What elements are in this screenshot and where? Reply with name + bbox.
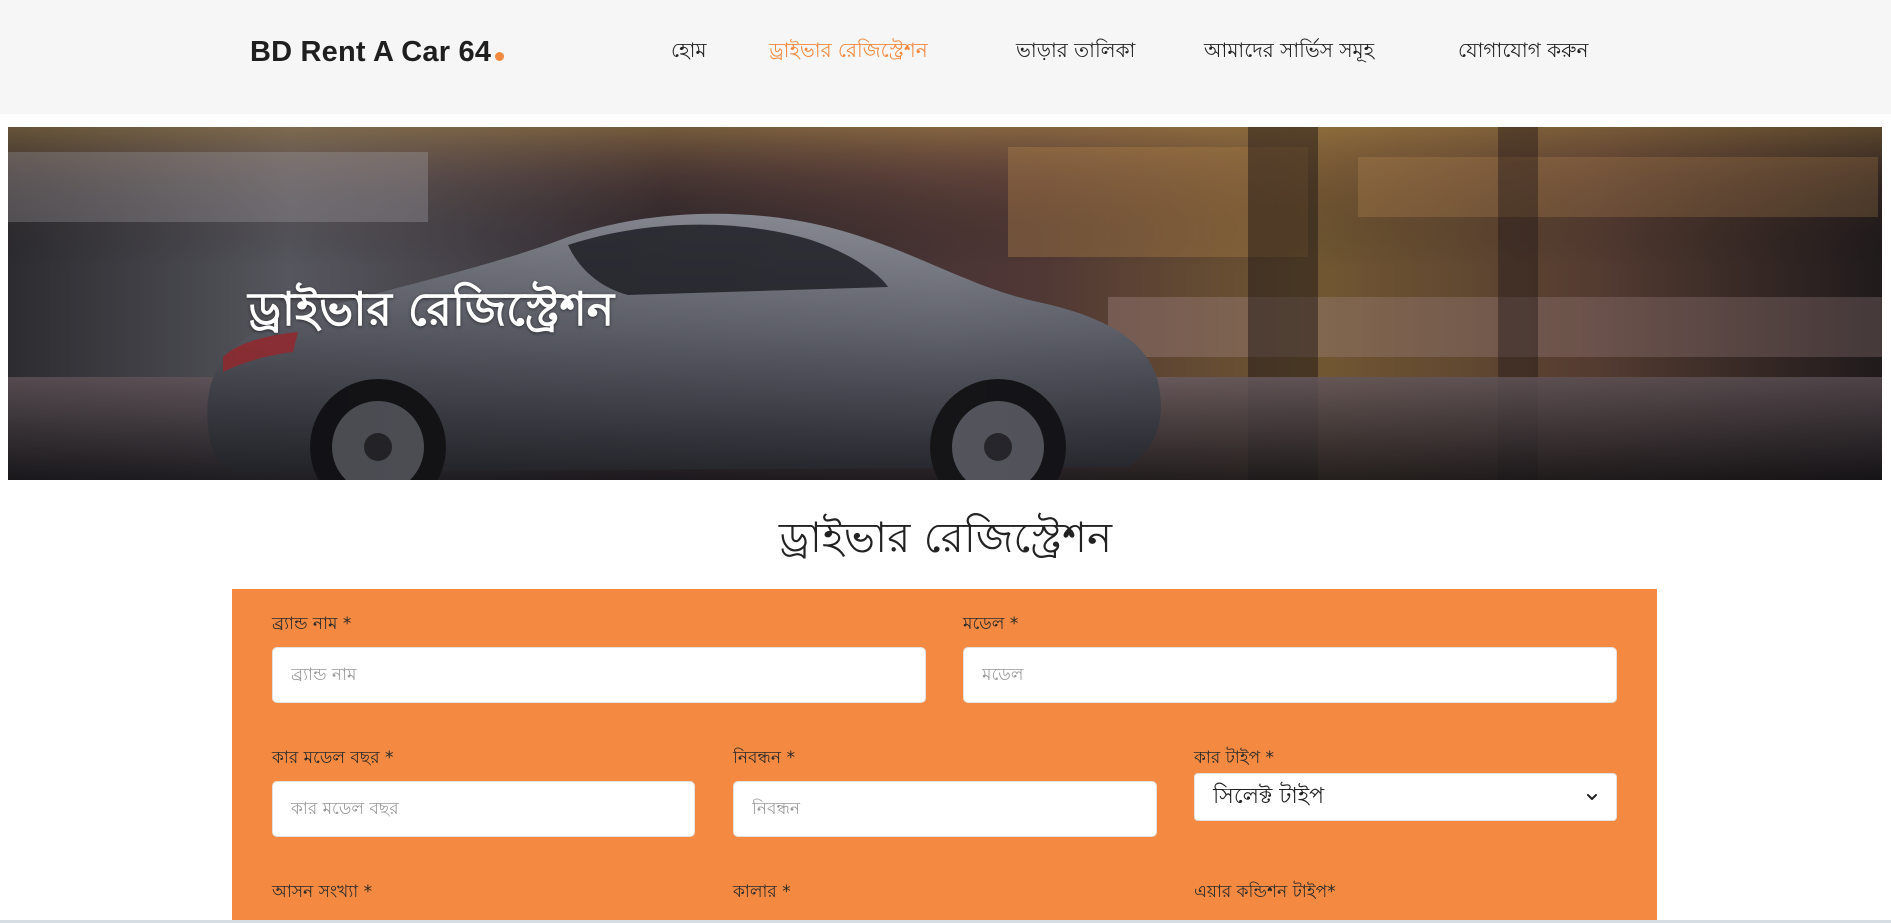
model-input[interactable] bbox=[963, 647, 1617, 703]
model-year-label: কার মডেল বছর * bbox=[272, 748, 394, 768]
car-type-field: কার টাইপ * সিলেক্ট টাইপ bbox=[1194, 745, 1617, 845]
car-type-select[interactable]: সিলেক্ট টাইপ bbox=[1194, 773, 1617, 821]
model-label: মডেল * bbox=[963, 614, 1019, 634]
section-title: ড্রাইভার রেজিস্ট্রেশন bbox=[778, 513, 1113, 562]
model-year-field: কার মডেল বছর * bbox=[272, 745, 695, 845]
ac-type-field: এয়ার কন্ডিশন টাইপ* bbox=[1194, 879, 1617, 923]
hero-title: ড্রাইভার রেজিস্ট্রেশন bbox=[248, 282, 615, 336]
nav-link-rent-list[interactable]: ভাড়ার তালিকা bbox=[1016, 36, 1135, 69]
ac-type-label: এয়ার কন্ডিশন টাইপ* bbox=[1194, 882, 1336, 902]
color-field: কালার * bbox=[733, 879, 1157, 923]
brand-dot-icon bbox=[495, 52, 505, 61]
car-type-label: কার টাইপ * bbox=[1194, 748, 1275, 768]
brand-name-label: ব্র্যান্ড নাম * bbox=[272, 614, 352, 634]
seat-count-label: আসন সংখ্যা * bbox=[272, 882, 373, 902]
model-field: মডেল * bbox=[963, 611, 1617, 711]
nav-link-services[interactable]: আমাদের সার্ভিস সমূহ bbox=[1204, 36, 1374, 69]
brand-name: BD Rent A Car 64 bbox=[250, 36, 492, 68]
registration-form: ব্র্যান্ড নাম * মডেল * কার মডেল বছর * নি… bbox=[232, 589, 1657, 923]
car-type-selected-value: সিলেক্ট টাইপ bbox=[1213, 783, 1325, 809]
nav-link-home[interactable]: হোম bbox=[671, 36, 707, 69]
seat-count-field: আসন সংখ্যা * bbox=[272, 879, 695, 923]
color-label: কালার * bbox=[733, 882, 791, 902]
chevron-down-icon bbox=[1587, 794, 1597, 800]
registration-input[interactable] bbox=[733, 781, 1157, 837]
hero-banner: ড্রাইভার রেজিস্ট্রেশন bbox=[8, 127, 1882, 480]
brand-logo[interactable]: BD Rent A Car 64 bbox=[250, 36, 505, 69]
model-year-input[interactable] bbox=[272, 781, 695, 837]
registration-field: নিবন্ধন * bbox=[733, 745, 1157, 845]
navbar: BD Rent A Car 64 হোম ড্রাইভার রেজিস্ট্রে… bbox=[0, 0, 1891, 114]
brand-name-field: ব্র্যান্ড নাম * bbox=[272, 611, 926, 711]
brand-name-input[interactable] bbox=[272, 647, 926, 703]
nav-link-contact[interactable]: যোগাযোগ করুন bbox=[1458, 36, 1588, 69]
nav-link-driver-registration[interactable]: ড্রাইভার রেজিস্ট্রেশন bbox=[769, 36, 928, 69]
registration-label: নিবন্ধন * bbox=[733, 748, 795, 768]
